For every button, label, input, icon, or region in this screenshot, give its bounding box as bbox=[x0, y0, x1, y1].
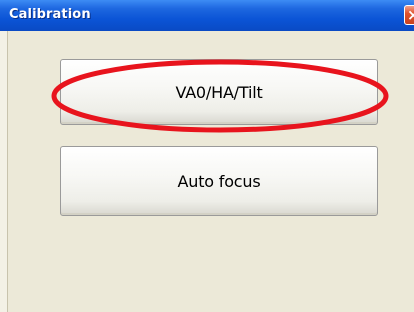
vao-ha-tilt-button[interactable]: VA0/HA/Tilt bbox=[60, 59, 378, 125]
client-left-edge bbox=[7, 31, 8, 312]
window-title: Calibration bbox=[9, 7, 91, 22]
close-button[interactable]: × bbox=[404, 5, 414, 25]
vao-ha-tilt-label: VA0/HA/Tilt bbox=[175, 82, 263, 102]
auto-focus-button[interactable]: Auto focus bbox=[60, 146, 378, 216]
close-icon: × bbox=[407, 6, 414, 24]
calibration-window: Calibration × VA0/HA/Tilt Auto focus bbox=[0, 0, 414, 312]
title-bar[interactable]: Calibration × bbox=[0, 0, 414, 31]
auto-focus-label: Auto focus bbox=[177, 171, 261, 191]
